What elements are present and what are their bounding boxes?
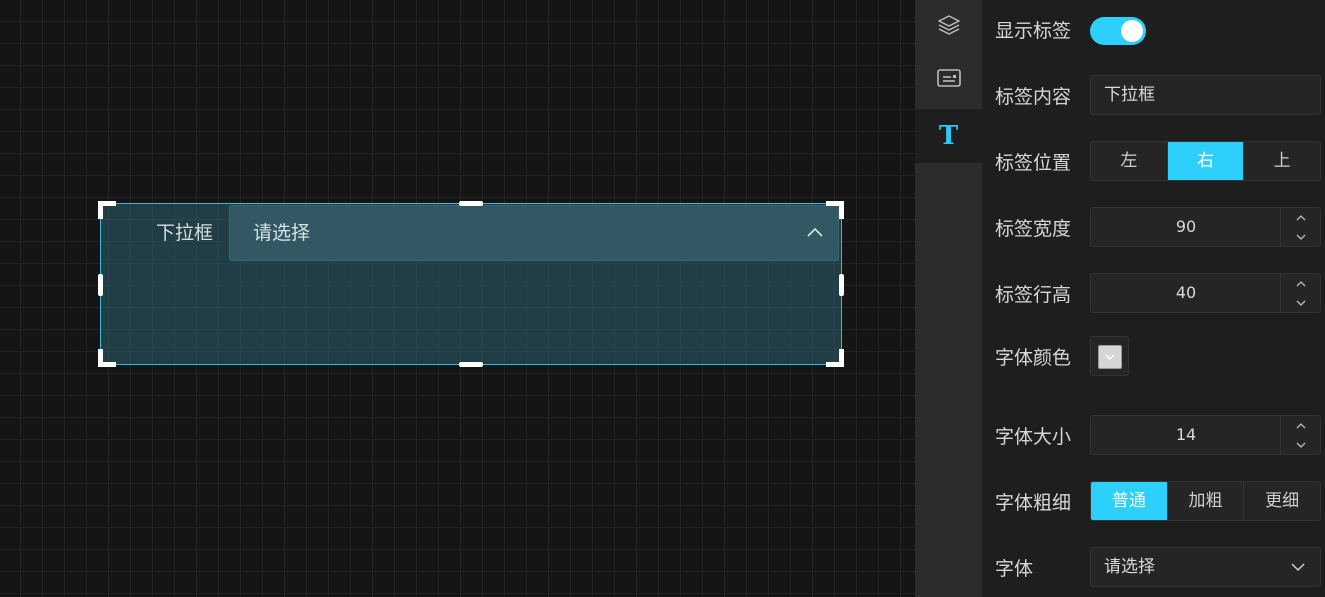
label-line-height-stepper: 40 — [1090, 273, 1321, 313]
resize-handle-top[interactable] — [459, 201, 483, 206]
label-width-decrease[interactable] — [1281, 227, 1320, 246]
rail-button-card[interactable] — [915, 52, 982, 104]
widget-label: 下拉框 — [155, 222, 213, 244]
row-font-size: 字体大小 14 — [982, 415, 1325, 455]
chevron-down-icon — [1296, 300, 1305, 306]
label-width-stepper: 90 — [1090, 207, 1321, 247]
show-label-label: 显示标签 — [995, 20, 1072, 42]
label-content-label: 标签内容 — [995, 86, 1072, 108]
label-line-height-label: 标签行高 — [995, 284, 1072, 306]
chevron-up-icon — [807, 227, 823, 237]
font-family-select[interactable]: 请选择 — [1090, 547, 1321, 587]
label-line-height-steps — [1280, 274, 1320, 312]
widget-select-box[interactable]: 请选择 — [229, 205, 839, 261]
widget-select-placeholder: 请选择 — [253, 222, 311, 244]
font-weight-label: 字体粗细 — [995, 492, 1072, 514]
chevron-up-icon — [1296, 422, 1305, 428]
chevron-up-icon — [1296, 214, 1305, 220]
row-label-line-height: 标签行高 40 — [982, 273, 1325, 313]
card-icon — [936, 69, 961, 87]
label-line-height-decrease[interactable] — [1281, 293, 1320, 312]
font-size-stepper: 14 — [1090, 415, 1321, 455]
font-weight-lighter[interactable]: 更细 — [1244, 482, 1320, 520]
font-color-label: 字体颜色 — [995, 347, 1072, 369]
row-show-label: 显示标签 — [982, 0, 1325, 62]
label-width-input[interactable]: 90 — [1091, 208, 1281, 246]
property-panel: 显示标签 标签内容 下拉框 标签位置 左 右 上 标签宽度 90 标签行高 40… — [982, 0, 1325, 597]
chevron-down-icon — [1105, 354, 1115, 360]
app-root: 下拉框 请选择 T 显示标签 标签内容 下拉框 标签位置 左 右 上 标签宽度 … — [0, 0, 1325, 597]
label-line-height-increase[interactable] — [1281, 274, 1320, 293]
font-size-decrease[interactable] — [1281, 435, 1320, 454]
resize-handle-top-right[interactable] — [826, 201, 844, 219]
design-canvas[interactable]: 下拉框 请选择 — [0, 0, 915, 597]
panel-icon-rail: T — [915, 0, 982, 597]
rail-button-layers[interactable] — [915, 0, 982, 50]
font-family-placeholder: 请选择 — [1104, 557, 1155, 577]
color-swatch — [1098, 345, 1122, 369]
resize-handle-left[interactable] — [98, 274, 103, 296]
rail-button-text[interactable]: T — [915, 109, 982, 163]
font-weight-bold[interactable]: 加粗 — [1168, 482, 1245, 520]
chevron-down-icon — [1296, 234, 1305, 240]
toggle-knob — [1121, 20, 1143, 42]
label-width-label: 标签宽度 — [995, 218, 1072, 240]
font-size-steps — [1280, 416, 1320, 454]
resize-handle-bottom-left[interactable] — [98, 349, 116, 367]
label-content-input[interactable]: 下拉框 — [1090, 75, 1321, 115]
row-font-weight: 字体粗细 普通 加粗 更细 — [982, 481, 1325, 521]
font-color-picker[interactable] — [1090, 336, 1129, 376]
label-position-top[interactable]: 上 — [1244, 142, 1320, 180]
font-size-increase[interactable] — [1281, 416, 1320, 435]
chevron-down-icon — [1296, 442, 1305, 448]
text-icon: T — [938, 121, 959, 151]
label-position-right[interactable]: 右 — [1167, 142, 1245, 180]
chevron-down-icon — [1291, 563, 1305, 572]
label-position-segmented: 左 右 上 — [1090, 141, 1321, 181]
chevron-up-icon — [1296, 280, 1305, 286]
font-size-input[interactable]: 14 — [1091, 416, 1281, 454]
label-position-label: 标签位置 — [995, 152, 1072, 174]
row-label-content: 标签内容 下拉框 — [982, 75, 1325, 115]
row-font-family: 字体 请选择 — [982, 547, 1325, 587]
resize-handle-top-left[interactable] — [98, 201, 116, 219]
selected-dropdown-widget[interactable]: 下拉框 请选择 — [98, 201, 844, 367]
font-weight-normal[interactable]: 普通 — [1091, 482, 1168, 520]
label-line-height-input[interactable]: 40 — [1091, 274, 1281, 312]
row-font-color: 字体颜色 — [982, 336, 1325, 376]
resize-handle-bottom[interactable] — [459, 362, 483, 367]
font-size-label: 字体大小 — [995, 426, 1072, 448]
font-family-label: 字体 — [995, 558, 1034, 580]
label-position-left[interactable]: 左 — [1091, 142, 1168, 180]
label-width-increase[interactable] — [1281, 208, 1320, 227]
row-label-width: 标签宽度 90 — [982, 207, 1325, 247]
row-label-position: 标签位置 左 右 上 — [982, 141, 1325, 181]
layers-icon — [937, 15, 960, 35]
resize-handle-bottom-right[interactable] — [826, 349, 844, 367]
show-label-toggle[interactable] — [1090, 17, 1146, 45]
label-width-steps — [1280, 208, 1320, 246]
resize-handle-right[interactable] — [839, 274, 844, 296]
font-weight-segmented: 普通 加粗 更细 — [1090, 481, 1321, 521]
